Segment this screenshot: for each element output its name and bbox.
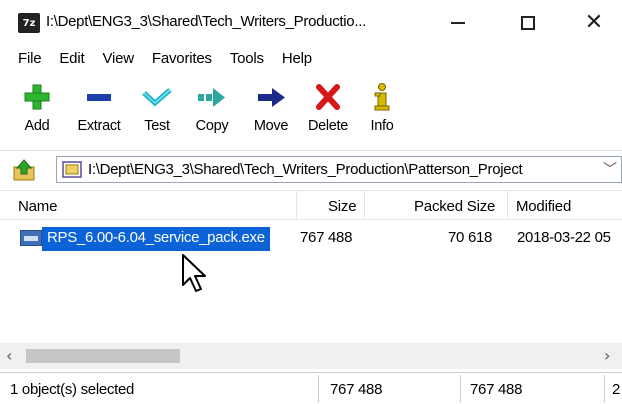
title-bar[interactable]: 7z I:\Dept\ENG3_3\Shared\Tech_Writers_Pr… bbox=[0, 0, 622, 46]
column-size[interactable]: Size bbox=[328, 198, 357, 215]
status-size: 767 488 bbox=[330, 381, 383, 398]
status-selected: 1 object(s) selected bbox=[10, 381, 135, 398]
address-path-text: I:\Dept\ENG3_3\Shared\Tech_Writers_Produ… bbox=[88, 161, 523, 178]
minus-icon bbox=[87, 94, 111, 101]
delete-label: Delete bbox=[307, 118, 349, 134]
copy-button[interactable]: Copy bbox=[186, 80, 238, 144]
minimize-button[interactable] bbox=[430, 0, 486, 46]
column-divider[interactable] bbox=[507, 191, 508, 220]
file-modified: 2018-03-22 05 bbox=[517, 229, 611, 246]
scroll-thumb[interactable] bbox=[26, 349, 180, 363]
column-name[interactable]: Name bbox=[18, 198, 57, 215]
status-divider bbox=[318, 375, 319, 403]
delete-x-icon bbox=[316, 84, 340, 110]
app-icon-text: 7z bbox=[22, 17, 36, 29]
menu-view[interactable]: View bbox=[93, 50, 142, 74]
check-icon bbox=[142, 88, 172, 107]
address-bar: I:\Dept\ENG3_3\Shared\Tech_Writers_Produ… bbox=[0, 150, 622, 186]
extract-label: Extract bbox=[77, 118, 121, 134]
7zip-window: 7z I:\Dept\ENG3_3\Shared\Tech_Writers_Pr… bbox=[0, 0, 622, 404]
move-label: Move bbox=[253, 118, 289, 134]
maximize-icon bbox=[521, 16, 535, 30]
chevron-down-icon[interactable]: ﹀ bbox=[603, 159, 617, 179]
status-bar: 1 object(s) selected 767 488 767 488 2 bbox=[0, 372, 622, 404]
maximize-button[interactable] bbox=[500, 0, 556, 46]
close-button[interactable]: ✕ bbox=[566, 0, 622, 46]
info-label: Info bbox=[370, 118, 394, 134]
info-icon bbox=[374, 83, 390, 111]
delete-button[interactable]: Delete bbox=[302, 80, 354, 144]
move-arrow-icon bbox=[258, 88, 285, 107]
status-divider bbox=[460, 375, 461, 403]
column-divider[interactable] bbox=[296, 191, 297, 220]
column-divider[interactable] bbox=[364, 191, 365, 220]
menu-bar: File Edit View Favorites Tools Help bbox=[0, 50, 321, 74]
menu-help[interactable]: Help bbox=[273, 50, 321, 74]
status-divider bbox=[604, 375, 605, 403]
minimize-icon bbox=[451, 22, 465, 24]
status-packed: 767 488 bbox=[470, 381, 523, 398]
add-button[interactable]: Add bbox=[14, 80, 60, 144]
test-label: Test bbox=[144, 118, 170, 134]
file-packed-size: 70 618 bbox=[448, 229, 493, 246]
extract-button[interactable]: Extract bbox=[68, 80, 130, 144]
menu-favorites[interactable]: Favorites bbox=[143, 50, 221, 74]
exe-file-icon bbox=[20, 230, 42, 246]
copy-arrow-icon bbox=[198, 88, 225, 107]
7zip-app-icon[interactable]: 7z bbox=[18, 13, 40, 33]
status-extra: 2 bbox=[612, 381, 621, 398]
toolbar: Add Extract Test Copy Move Delete Info bbox=[0, 80, 402, 144]
column-packed-size[interactable]: Packed Size bbox=[414, 198, 495, 215]
menu-tools[interactable]: Tools bbox=[221, 50, 273, 74]
horizontal-scrollbar[interactable]: ‹ › bbox=[0, 343, 622, 369]
column-modified[interactable]: Modified bbox=[516, 198, 571, 215]
file-name-selected[interactable]: RPS_6.00-6.04_service_pack.exe bbox=[42, 227, 270, 251]
folder-up-icon[interactable] bbox=[12, 159, 38, 181]
menu-edit[interactable]: Edit bbox=[50, 50, 93, 74]
move-button[interactable]: Move bbox=[244, 80, 298, 144]
file-list-header: Name Size Packed Size Modified bbox=[0, 190, 622, 220]
scroll-right-icon[interactable]: › bbox=[604, 346, 610, 365]
file-size: 767 488 bbox=[300, 229, 353, 246]
close-icon: ✕ bbox=[584, 10, 604, 35]
folder-path-icon bbox=[62, 161, 82, 178]
table-row[interactable]: RPS_6.00-6.04_service_pack.exe 767 488 7… bbox=[12, 226, 622, 251]
menu-file[interactable]: File bbox=[0, 50, 50, 74]
address-path-field[interactable]: I:\Dept\ENG3_3\Shared\Tech_Writers_Produ… bbox=[56, 156, 622, 183]
add-label: Add bbox=[24, 118, 50, 134]
plus-icon bbox=[24, 84, 50, 110]
scroll-left-icon[interactable]: ‹ bbox=[6, 346, 12, 365]
test-button[interactable]: Test bbox=[134, 80, 180, 144]
mouse-pointer-icon bbox=[182, 254, 206, 292]
info-button[interactable]: Info bbox=[362, 80, 402, 144]
window-title: I:\Dept\ENG3_3\Shared\Tech_Writers_Produ… bbox=[46, 13, 366, 30]
copy-label: Copy bbox=[195, 118, 229, 134]
